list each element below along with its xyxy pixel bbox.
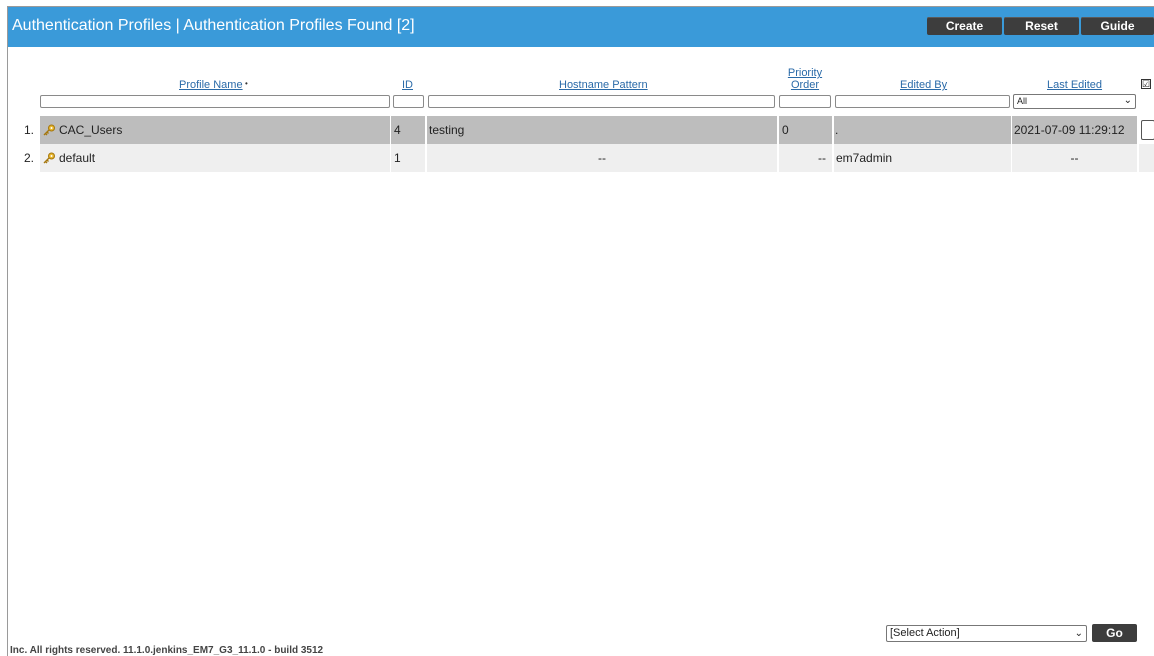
profile-name-cell[interactable]: CAC_Users	[40, 116, 390, 144]
key-icon	[43, 124, 55, 136]
column-header-hostname-pattern[interactable]: Hostname Pattern	[559, 79, 648, 91]
id-cell: 4	[391, 116, 425, 144]
create-button[interactable]: Create	[927, 17, 1002, 35]
profile-name-cell[interactable]: default	[40, 144, 390, 172]
priority-cell: 0	[779, 116, 832, 144]
reset-button[interactable]: Reset	[1004, 17, 1079, 35]
hostname-filter-input[interactable]	[428, 95, 775, 108]
table-row[interactable]: 2. default 1 -- -- em7admin --	[8, 144, 1154, 172]
column-header-last-edited[interactable]: Last Edited	[1047, 79, 1102, 91]
key-icon	[43, 152, 55, 164]
title-bar: Authentication Profiles | Authentication…	[8, 7, 1154, 47]
row-number: 1.	[24, 123, 35, 137]
row-number: 2.	[24, 151, 35, 165]
hostname-cell: testing	[427, 116, 777, 144]
guide-button[interactable]: Guide	[1081, 17, 1154, 35]
priority-filter-input[interactable]	[779, 95, 831, 108]
table-row[interactable]: 1. CAC_Users 4 testing 0 . 2021-07-09 11…	[8, 116, 1154, 144]
page-title: Authentication Profiles | Authentication…	[12, 17, 415, 34]
edited-by-filter-input[interactable]	[835, 95, 1010, 108]
last-edited-cell: 2021-07-09 11:29:12	[1012, 116, 1137, 144]
profile-name: CAC_Users	[59, 123, 123, 137]
chevron-down-icon: ⌄	[1074, 628, 1083, 639]
id-filter-input[interactable]	[393, 95, 424, 108]
edited-by-cell: em7admin	[834, 144, 1011, 172]
check-all-checkbox[interactable]: ☑	[1141, 79, 1151, 89]
profile-name-filter-input[interactable]	[40, 95, 390, 108]
column-header-profile-name[interactable]: Profile Name	[179, 79, 243, 91]
last-edited-filter-select[interactable]: All ⌄	[1013, 94, 1136, 109]
row-checkbox[interactable]	[1141, 120, 1154, 140]
priority-cell: --	[779, 144, 832, 172]
footer-copyright: Inc. All rights reserved. 11.1.0.jenkins…	[10, 645, 324, 656]
select-action-label: [Select Action]	[890, 627, 960, 639]
column-header-edited-by[interactable]: Edited By	[900, 79, 947, 91]
edited-by-cell: .	[834, 116, 1011, 144]
sort-indicator-icon: •	[245, 79, 248, 88]
priority-label-line1: Priority	[787, 67, 823, 79]
select-action-dropdown[interactable]: [Select Action] ⌄	[886, 625, 1087, 642]
id-cell: 1	[391, 144, 425, 172]
profile-name: default	[59, 151, 96, 165]
priority-label-line2: Order	[790, 79, 820, 91]
go-button[interactable]: Go	[1092, 624, 1137, 642]
column-header-priority-order[interactable]: Priority Order	[785, 67, 825, 91]
chevron-down-icon: ⌄	[1123, 95, 1132, 106]
column-header-id[interactable]: ID	[402, 79, 413, 91]
row-checkbox-cell	[1139, 144, 1154, 172]
hostname-cell: --	[427, 144, 777, 172]
last-edited-cell: --	[1012, 144, 1137, 172]
last-edited-filter-value: All	[1017, 96, 1028, 106]
